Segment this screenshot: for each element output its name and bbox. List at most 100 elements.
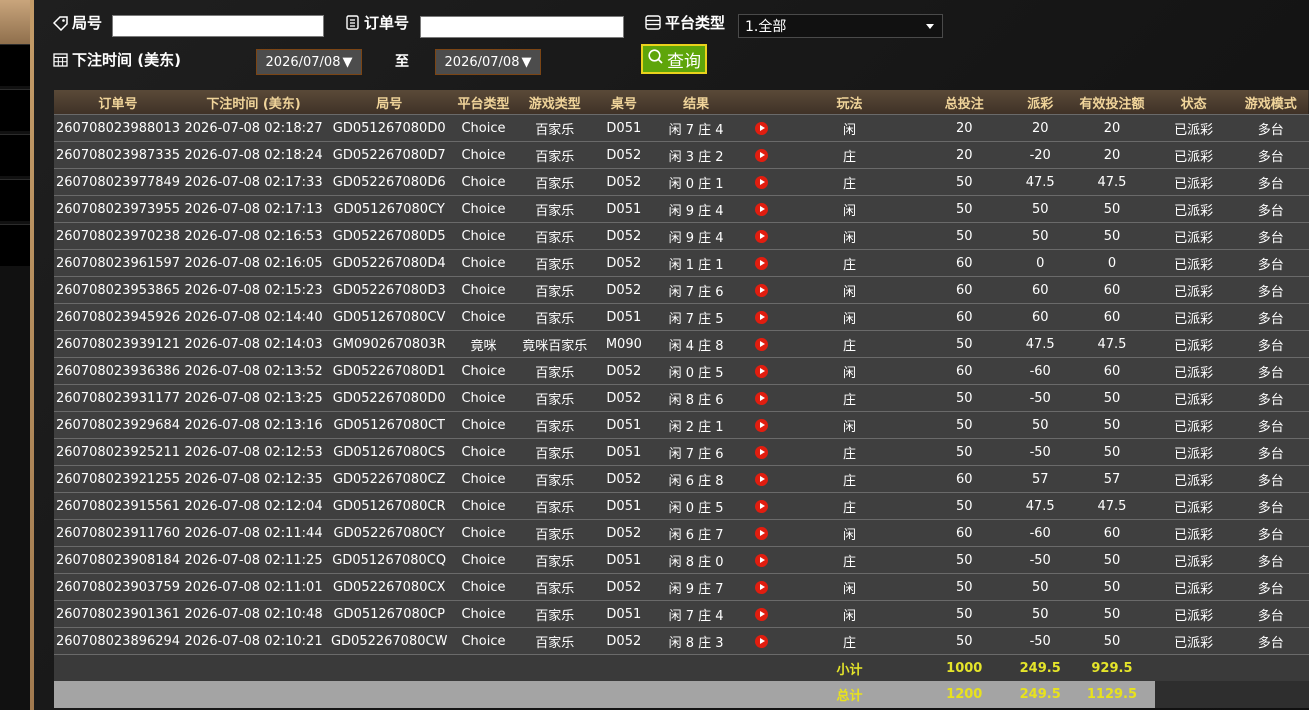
- total-bet: 1200: [917, 681, 1012, 708]
- triangle-down-icon: ▼: [342, 54, 353, 70]
- cell-status: 已派彩: [1154, 303, 1233, 331]
- cell-replay[interactable]: [740, 411, 782, 439]
- cell-replay[interactable]: [740, 357, 782, 385]
- play-icon[interactable]: [754, 256, 768, 270]
- tag-icon: [52, 15, 69, 31]
- play-icon[interactable]: [754, 580, 768, 594]
- cell-game-type: 百家乐: [513, 168, 596, 196]
- cell-platform: Choice: [453, 411, 514, 439]
- play-icon[interactable]: [754, 283, 768, 297]
- cell-play: 庄: [782, 438, 918, 466]
- cell-replay[interactable]: [740, 573, 782, 601]
- cell-game-type: 百家乐: [513, 357, 596, 385]
- cell-total-bet: 50: [917, 222, 1012, 250]
- cell-replay[interactable]: [740, 465, 782, 493]
- cell-game-type: 百家乐: [513, 141, 596, 169]
- cell-status: 已派彩: [1154, 438, 1233, 466]
- cell-platform: Choice: [453, 438, 514, 466]
- play-icon[interactable]: [754, 391, 768, 405]
- cell-replay[interactable]: [740, 114, 782, 142]
- play-icon[interactable]: [754, 553, 768, 567]
- cell-payout: 60: [1011, 303, 1070, 331]
- table-row: 260708023939121 2026-07-08 02:14:03 GM0902…: [54, 330, 1309, 358]
- cell-replay[interactable]: [740, 384, 782, 412]
- cell-payout: -20: [1011, 141, 1070, 169]
- cell-status: 已派彩: [1154, 114, 1233, 142]
- play-icon[interactable]: [754, 229, 768, 243]
- play-icon[interactable]: [754, 607, 768, 621]
- play-icon[interactable]: [754, 418, 768, 432]
- sidebar-item[interactable]: [0, 224, 30, 266]
- cell-payout: 60: [1011, 276, 1070, 304]
- cell-bet-time: 2026-07-08 02:14:40: [181, 303, 326, 331]
- cell-round-id: GD052267080D6: [325, 168, 454, 196]
- cell-platform: Choice: [453, 627, 514, 655]
- round-input[interactable]: [112, 15, 324, 37]
- table-row: 260708023987335 2026-07-08 02:18:24 GD0522…: [54, 141, 1309, 169]
- cell-play: 庄: [782, 465, 918, 493]
- play-icon[interactable]: [754, 148, 768, 162]
- cell-replay[interactable]: [740, 546, 782, 574]
- play-icon[interactable]: [754, 526, 768, 540]
- cell-platform: Choice: [453, 195, 514, 223]
- total-row: 总计 1200 249.5 1129.5: [54, 681, 1309, 708]
- sidebar-item[interactable]: [0, 134, 30, 176]
- table-row: 260708023901361 2026-07-08 02:10:48 GD0512…: [54, 600, 1309, 628]
- play-icon[interactable]: [754, 175, 768, 189]
- platform-select[interactable]: 1.全部: [738, 14, 943, 38]
- play-icon[interactable]: [754, 445, 768, 459]
- sidebar-item[interactable]: [0, 179, 30, 221]
- cell-status: 已派彩: [1154, 573, 1233, 601]
- cell-replay[interactable]: [740, 168, 782, 196]
- sidebar-item[interactable]: [0, 89, 30, 131]
- subtotal-valid: 929.5: [1069, 654, 1155, 681]
- cell-replay[interactable]: [740, 195, 782, 223]
- cell-replay[interactable]: [740, 249, 782, 277]
- order-input[interactable]: [420, 16, 624, 38]
- cell-replay[interactable]: [740, 627, 782, 655]
- play-icon[interactable]: [754, 364, 768, 378]
- cell-order-id: 260708023939121: [54, 330, 182, 358]
- cell-table-no: M090: [595, 330, 653, 358]
- cell-replay[interactable]: [740, 141, 782, 169]
- cell-valid-bet: 50: [1069, 627, 1155, 655]
- cell-replay[interactable]: [740, 222, 782, 250]
- cell-play: 闲: [782, 222, 918, 250]
- cell-replay[interactable]: [740, 438, 782, 466]
- cell-game-type: 竟咪百家乐: [513, 330, 596, 358]
- cell-total-bet: 50: [917, 438, 1012, 466]
- sidebar-item[interactable]: [0, 44, 30, 86]
- cell-replay[interactable]: [740, 519, 782, 547]
- cell-round-id: GD051267080CP: [325, 600, 454, 628]
- query-button[interactable]: 查询: [641, 44, 707, 74]
- play-icon[interactable]: [754, 202, 768, 216]
- cell-status: 已派彩: [1154, 384, 1233, 412]
- cell-play: 庄: [782, 546, 918, 574]
- cell-status: 已派彩: [1154, 168, 1233, 196]
- cell-replay[interactable]: [740, 492, 782, 520]
- cell-platform: 竟咪: [453, 330, 514, 358]
- cell-valid-bet: 47.5: [1069, 168, 1155, 196]
- cell-replay[interactable]: [740, 600, 782, 628]
- play-icon[interactable]: [754, 634, 768, 648]
- cell-total-bet: 50: [917, 330, 1012, 358]
- play-icon[interactable]: [754, 310, 768, 324]
- cell-status: 已派彩: [1154, 627, 1233, 655]
- cell-replay[interactable]: [740, 330, 782, 358]
- table-row: 260708023961597 2026-07-08 02:16:05 GD0522…: [54, 249, 1309, 277]
- play-icon[interactable]: [754, 472, 768, 486]
- play-icon[interactable]: [754, 121, 768, 135]
- cell-game-mode: 多台: [1232, 573, 1309, 601]
- main-content: 局号 订单号 平台类型 1.全部 下注时间 (美东) 2026/07/08 ▼ …: [34, 0, 1309, 710]
- cell-game-type: 百家乐: [513, 195, 596, 223]
- cell-replay[interactable]: [740, 303, 782, 331]
- play-icon[interactable]: [754, 337, 768, 351]
- cell-order-id: 260708023988013: [54, 114, 182, 142]
- date-to-picker[interactable]: 2026/07/08 ▼: [435, 49, 541, 75]
- cell-result: 闲 8 庄 6: [652, 384, 741, 412]
- play-icon[interactable]: [754, 499, 768, 513]
- cell-replay[interactable]: [740, 276, 782, 304]
- date-from-picker[interactable]: 2026/07/08 ▼: [256, 49, 362, 75]
- cell-valid-bet: 50: [1069, 222, 1155, 250]
- cell-platform: Choice: [453, 141, 514, 169]
